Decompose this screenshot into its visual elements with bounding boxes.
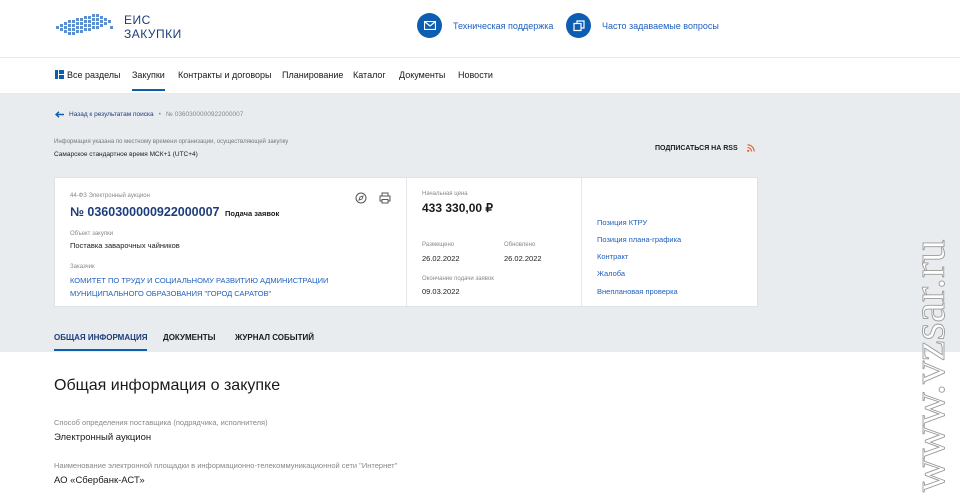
support-link[interactable]: Техническая поддержка bbox=[417, 13, 553, 38]
object-value: Поставка заварочных чайников bbox=[70, 241, 180, 250]
nav-label: Все разделы bbox=[67, 70, 121, 80]
logo-line-1: ЕИС bbox=[124, 13, 151, 27]
link-ktru[interactable]: Позиция КТРУ bbox=[597, 218, 647, 227]
arrow-left-icon bbox=[55, 111, 64, 118]
link-complaint[interactable]: Жалоба bbox=[597, 269, 625, 278]
purchase-price-dates: Начальная цена 433 330,00 ₽ Размещено 26… bbox=[407, 178, 582, 308]
purchase-stage: Подача заявок bbox=[225, 209, 280, 218]
faq-icon bbox=[566, 13, 591, 38]
nav-planning[interactable]: Планирование bbox=[282, 70, 343, 80]
field-value: Электронный аукцион bbox=[54, 432, 152, 443]
updated-label: Обновлено bbox=[504, 242, 536, 248]
compass-icon[interactable] bbox=[355, 192, 367, 204]
customer-line-1: КОМИТЕТ ПО ТРУДУ И СОЦИАЛЬНОМУ РАЗВИТИЮ … bbox=[70, 276, 329, 285]
support-label: Техническая поддержка bbox=[453, 20, 554, 31]
site-header: ЕИС ЗАКУПКИ Техническая поддержка Часто … bbox=[0, 0, 960, 58]
deadline-value: 09.03.2022 bbox=[422, 287, 460, 296]
russia-map-icon bbox=[56, 14, 113, 35]
purchase-card: 44-ФЗ Электронный аукцион № 036030000092… bbox=[54, 177, 758, 308]
nav-news[interactable]: Новости bbox=[458, 70, 493, 80]
logo-line-2: ЗАКУПКИ bbox=[124, 27, 182, 41]
timezone-value: Самарское стандартное время МСК+1 (UTC+4… bbox=[54, 151, 198, 158]
timezone-note: Информация указана по местному времени о… bbox=[54, 139, 289, 145]
breadcrumb-separator: • bbox=[158, 111, 161, 118]
back-link[interactable]: Назад к результатам поиска bbox=[69, 111, 154, 118]
purchase-number[interactable]: № 0360300000922000007 bbox=[70, 205, 220, 219]
posted-label: Размещено bbox=[422, 242, 455, 248]
tab-general-info[interactable]: ОБЩАЯ ИНФОРМАЦИЯ bbox=[54, 333, 148, 351]
updated-value: 26.02.2022 bbox=[504, 254, 542, 263]
customer-label: Заказчик bbox=[70, 264, 95, 270]
breadcrumb-current: № 0360300000922000007 bbox=[165, 111, 244, 118]
main-nav: Все разделы Закупки Контракты и договоры… bbox=[0, 58, 960, 94]
price-label: Начальная цена bbox=[422, 191, 468, 197]
law-type: 44-ФЗ Электронный аукцион bbox=[70, 193, 150, 199]
link-contract[interactable]: Контракт bbox=[597, 252, 628, 261]
price-value: 433 330,00 ₽ bbox=[422, 201, 494, 215]
deadline-label: Окончание подачи заявок bbox=[422, 276, 494, 282]
breadcrumb: Назад к результатам поиска • № 036030000… bbox=[55, 111, 243, 118]
link-plan-schedule[interactable]: Позиция плана-графика bbox=[597, 235, 681, 244]
rss-icon bbox=[746, 144, 755, 152]
field-label: Способ определения поставщика (подрядчик… bbox=[54, 418, 268, 427]
purchase-main-info: 44-ФЗ Электронный аукцион № 036030000092… bbox=[55, 178, 407, 308]
customer-line-2: МУНИЦИПАЛЬНОГО ОБРАЗОВАНИЯ "ГОРОД САРАТО… bbox=[70, 289, 272, 298]
grid-icon bbox=[55, 70, 64, 79]
eis-logo[interactable]: ЕИС ЗАКУПКИ bbox=[54, 12, 182, 42]
nav-purchases[interactable]: Закупки bbox=[132, 70, 165, 91]
mail-icon bbox=[417, 13, 442, 38]
rss-label: ПОДПИСАТЬСЯ НА RSS bbox=[655, 144, 738, 152]
rss-subscribe[interactable]: ПОДПИСАТЬСЯ НА RSS bbox=[655, 144, 755, 152]
tab-event-log[interactable]: ЖУРНАЛ СОБЫТИЙ bbox=[235, 333, 314, 342]
nav-contracts[interactable]: Контракты и договоры bbox=[178, 70, 272, 80]
faq-label: Часто задаваемые вопросы bbox=[602, 20, 719, 31]
field-label: Наименование электронной площадки в инфо… bbox=[54, 461, 398, 470]
tab-documents[interactable]: ДОКУМЕНТЫ bbox=[163, 333, 215, 342]
nav-documents[interactable]: Документы bbox=[399, 70, 445, 80]
link-inspection[interactable]: Внеплановая проверка bbox=[597, 287, 678, 296]
watermark-text: www.vzsar.ru bbox=[904, 239, 954, 492]
posted-value: 26.02.2022 bbox=[422, 254, 460, 263]
section-title: Общая информация о закупке bbox=[54, 377, 281, 394]
faq-link[interactable]: Часто задаваемые вопросы bbox=[566, 13, 719, 38]
field-value: АО «Сбербанк-АСТ» bbox=[54, 475, 145, 486]
nav-all-sections[interactable]: Все разделы bbox=[55, 70, 121, 80]
nav-catalog[interactable]: Каталог bbox=[353, 70, 386, 80]
object-label: Объект закупки bbox=[70, 231, 114, 237]
watermark: www.vzsar.ru bbox=[904, 239, 954, 492]
print-icon[interactable] bbox=[379, 192, 391, 204]
customer-link[interactable]: КОМИТЕТ ПО ТРУДУ И СОЦИАЛЬНОМУ РАЗВИТИЮ … bbox=[70, 274, 370, 300]
